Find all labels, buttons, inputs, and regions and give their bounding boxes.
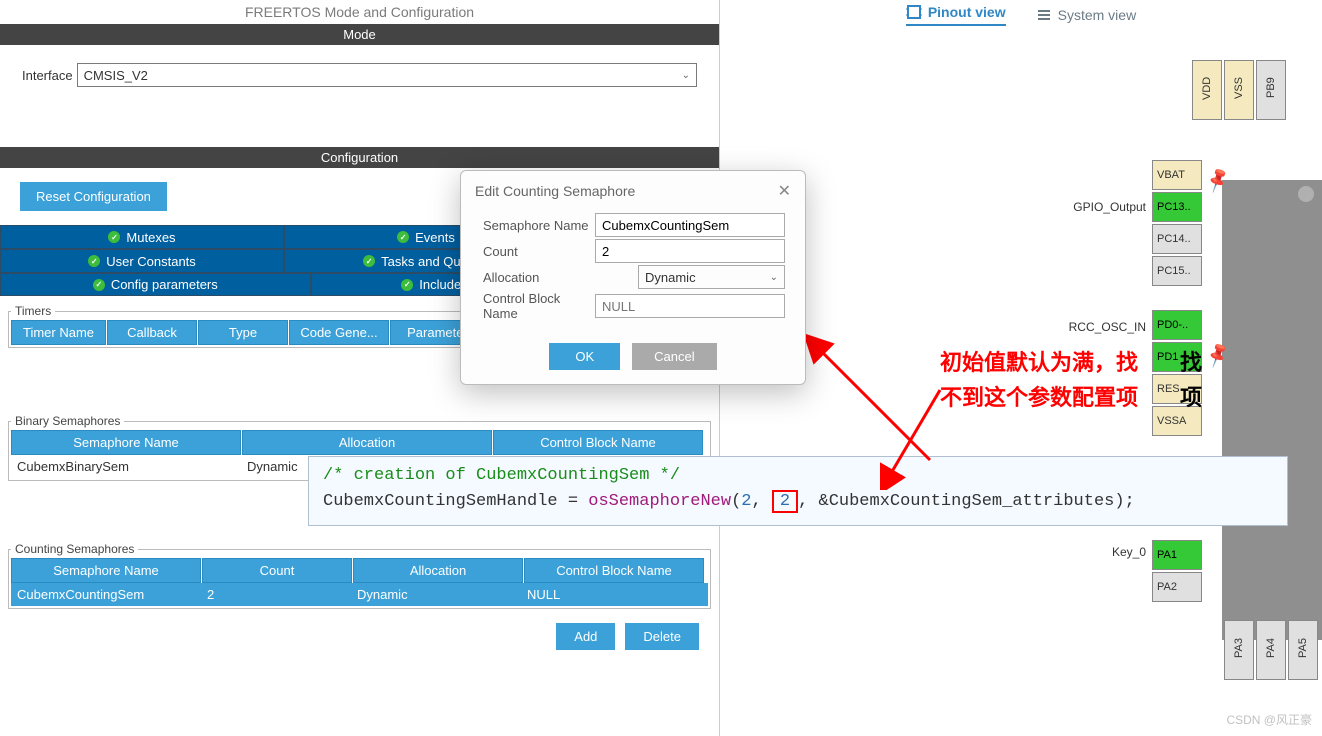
pin-pa5[interactable]: PA5 [1288, 620, 1318, 680]
cell-alloc2: Dynamic [351, 583, 521, 606]
delete-button-2[interactable]: Delete [625, 623, 699, 650]
pin-pa4[interactable]: PA4 [1256, 620, 1286, 680]
chevron-down-icon: ⌄ [770, 272, 778, 283]
pin-pa1[interactable]: PA1 [1152, 540, 1202, 570]
label-gpio-output: GPIO_Output [1036, 200, 1146, 214]
cell-sem-name2: CubemxCountingSem [11, 583, 201, 606]
chip-body [1222, 180, 1322, 640]
check-icon: ✓ [108, 231, 120, 243]
label-cbn: Control Block Name [483, 291, 595, 321]
table-row-selected[interactable]: CubemxCountingSem 2 Dynamic NULL [11, 583, 708, 606]
cell-sem-name: CubemxBinarySem [11, 455, 241, 478]
cell-count: 2 [201, 583, 351, 606]
label-rcc-osc-in: RCC_OSC_IN [1036, 320, 1146, 334]
chevron-down-icon: ⌄ [682, 70, 690, 81]
check-icon: ✓ [88, 255, 100, 267]
col-cbn[interactable]: Control Block Name [493, 430, 703, 455]
check-icon: ✓ [401, 279, 413, 291]
interface-value: CMSIS_V2 [84, 68, 148, 83]
col-cbn2[interactable]: Control Block Name [524, 558, 704, 583]
input-cbn[interactable] [595, 294, 785, 318]
input-sem-name[interactable] [595, 213, 785, 237]
interface-label: Interface [22, 68, 73, 83]
close-icon[interactable]: ✕ [778, 181, 791, 201]
pinout-view-tab[interactable]: Pinout view [906, 4, 1006, 26]
pin-pc15[interactable]: PC15.. [1152, 256, 1202, 286]
pin-pa3[interactable]: PA3 [1224, 620, 1254, 680]
col-sem-name2[interactable]: Semaphore Name [11, 558, 201, 583]
select-allocation[interactable]: Dynamic ⌄ [638, 265, 785, 289]
col-alloc2[interactable]: Allocation [353, 558, 523, 583]
chip-icon [906, 4, 922, 20]
system-view-tab[interactable]: System view [1036, 4, 1137, 26]
annotation-black: 找项 [1180, 345, 1202, 415]
counting-sem-fieldset: Counting Semaphores Semaphore Name Count… [8, 542, 711, 609]
tab-user-constants[interactable]: ✓User Constants [0, 249, 284, 273]
mode-bar: Mode [0, 24, 719, 45]
col-alloc[interactable]: Allocation [242, 430, 492, 455]
pin-pb9[interactable]: PB9 [1256, 60, 1286, 120]
ok-button[interactable]: OK [549, 343, 620, 370]
col-sem-name[interactable]: Semaphore Name [11, 430, 241, 455]
list-icon [1036, 7, 1052, 23]
label-sem-name: Semaphore Name [483, 218, 595, 233]
code-line2: CubemxCountingSemHandle = osSemaphoreNew… [323, 489, 1273, 515]
code-comment: /* creation of CubemxCountingSem */ [323, 463, 1273, 489]
check-icon: ✓ [397, 231, 409, 243]
chip-orientation-dot [1298, 186, 1314, 202]
col-count[interactable]: Count [202, 558, 352, 583]
edit-counting-semaphore-dialog: Edit Counting Semaphore ✕ Semaphore Name… [460, 170, 806, 385]
cancel-button[interactable]: Cancel [632, 343, 716, 370]
col-callback[interactable]: Callback [107, 320, 197, 345]
check-icon: ✓ [93, 279, 105, 291]
pin-pc13[interactable]: PC13.. [1152, 192, 1202, 222]
col-type[interactable]: Type [198, 320, 288, 345]
input-count[interactable] [595, 239, 785, 263]
cell-cbn2: NULL [521, 583, 701, 606]
reset-configuration-button[interactable]: Reset Configuration [20, 182, 167, 211]
binary-legend: Binary Semaphores [11, 414, 124, 428]
annotation-red: 初始值默认为满，找不到这个参数配置项 [940, 345, 1138, 415]
tab-mutexes[interactable]: ✓Mutexes [0, 225, 284, 249]
label-allocation: Allocation [483, 270, 638, 285]
configuration-bar: Configuration [0, 147, 719, 168]
check-icon: ✓ [363, 255, 375, 267]
pin-pd0[interactable]: PD0-.. [1152, 310, 1202, 340]
col-timer-name[interactable]: Timer Name [11, 320, 106, 345]
pin-vbat[interactable]: VBAT [1152, 160, 1202, 190]
counting-legend: Counting Semaphores [11, 542, 138, 556]
interface-select[interactable]: CMSIS_V2 ⌄ [77, 63, 697, 87]
tab-config-params[interactable]: ✓Config parameters [0, 273, 311, 296]
pin-vdd[interactable]: VDD [1192, 60, 1222, 120]
col-codegen[interactable]: Code Gene... [289, 320, 389, 345]
freertos-title: FREERTOS Mode and Configuration [0, 0, 719, 24]
pin-vss[interactable]: VSS [1224, 60, 1254, 120]
watermark: CSDN @风正豪 [1226, 711, 1312, 728]
pin-pc14[interactable]: PC14.. [1152, 224, 1202, 254]
interface-row: Interface CMSIS_V2 ⌄ [0, 45, 719, 147]
code-snippet: /* creation of CubemxCountingSem */ Cube… [308, 456, 1288, 526]
dialog-title: Edit Counting Semaphore [475, 183, 635, 199]
timers-legend: Timers [11, 304, 55, 318]
label-count: Count [483, 244, 595, 259]
label-key0: Key_0 [1086, 545, 1146, 559]
chip-area: VDD VSS PB9 VBAT PC13.. PC14.. PC15.. PD… [1152, 60, 1322, 680]
highlighted-param: 2 [772, 490, 798, 513]
pin-pa2[interactable]: PA2 [1152, 572, 1202, 602]
add-button-2[interactable]: Add [556, 623, 615, 650]
